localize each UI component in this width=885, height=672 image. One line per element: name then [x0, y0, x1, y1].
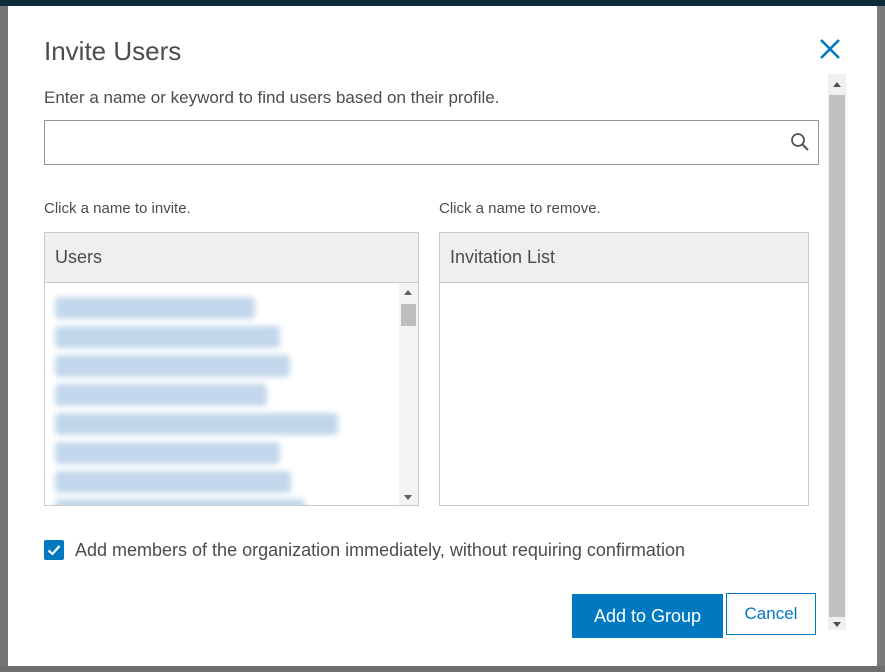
- backdrop-right: [877, 6, 885, 666]
- invitation-list: [440, 283, 808, 505]
- users-list-scrollbar[interactable]: [399, 283, 418, 505]
- list-scroll-up-arrow[interactable]: [404, 290, 412, 295]
- scrollbar-thumb[interactable]: [829, 95, 845, 617]
- check-icon: [47, 545, 61, 556]
- list-item[interactable]: [55, 413, 338, 435]
- dialog-scrollbar[interactable]: [828, 74, 846, 630]
- users-hint: Click a name to invite.: [44, 200, 191, 217]
- invitation-panel: Invitation List: [439, 232, 809, 506]
- list-item[interactable]: [55, 384, 267, 406]
- users-header: Users: [45, 233, 418, 283]
- cancel-button[interactable]: Cancel: [726, 593, 816, 635]
- auto-add-label: Add members of the organization immediat…: [75, 539, 685, 560]
- list-item[interactable]: [55, 326, 280, 348]
- list-item[interactable]: [55, 442, 280, 464]
- list-item[interactable]: [55, 297, 255, 319]
- invitation-header: Invitation List: [440, 233, 808, 283]
- add-to-group-button[interactable]: Add to Group: [572, 594, 723, 638]
- list-scroll-down-arrow[interactable]: [404, 495, 412, 500]
- list-item[interactable]: [55, 499, 305, 505]
- scroll-down-arrow[interactable]: [833, 622, 841, 627]
- list-item[interactable]: [55, 355, 290, 377]
- close-button[interactable]: [816, 35, 844, 63]
- search-input[interactable]: [45, 121, 795, 162]
- auto-add-checkbox[interactable]: [44, 540, 64, 560]
- invites-hint: Click a name to remove.: [439, 200, 601, 217]
- close-icon: [820, 39, 840, 59]
- invite-users-dialog: Invite Users Enter a name or keyword to …: [8, 6, 877, 666]
- search-instructions: Enter a name or keyword to find users ba…: [44, 88, 500, 107]
- users-panel: Users: [44, 232, 419, 506]
- search-box: [44, 120, 819, 165]
- list-item[interactable]: [55, 471, 291, 493]
- search-icon[interactable]: [790, 132, 810, 152]
- list-scrollbar-thumb[interactable]: [401, 304, 416, 326]
- scroll-up-arrow[interactable]: [833, 82, 841, 87]
- backdrop-left: [0, 6, 8, 666]
- auto-add-option[interactable]: Add members of the organization immediat…: [44, 539, 685, 561]
- users-list: [45, 283, 418, 505]
- dialog-title: Invite Users: [44, 36, 182, 66]
